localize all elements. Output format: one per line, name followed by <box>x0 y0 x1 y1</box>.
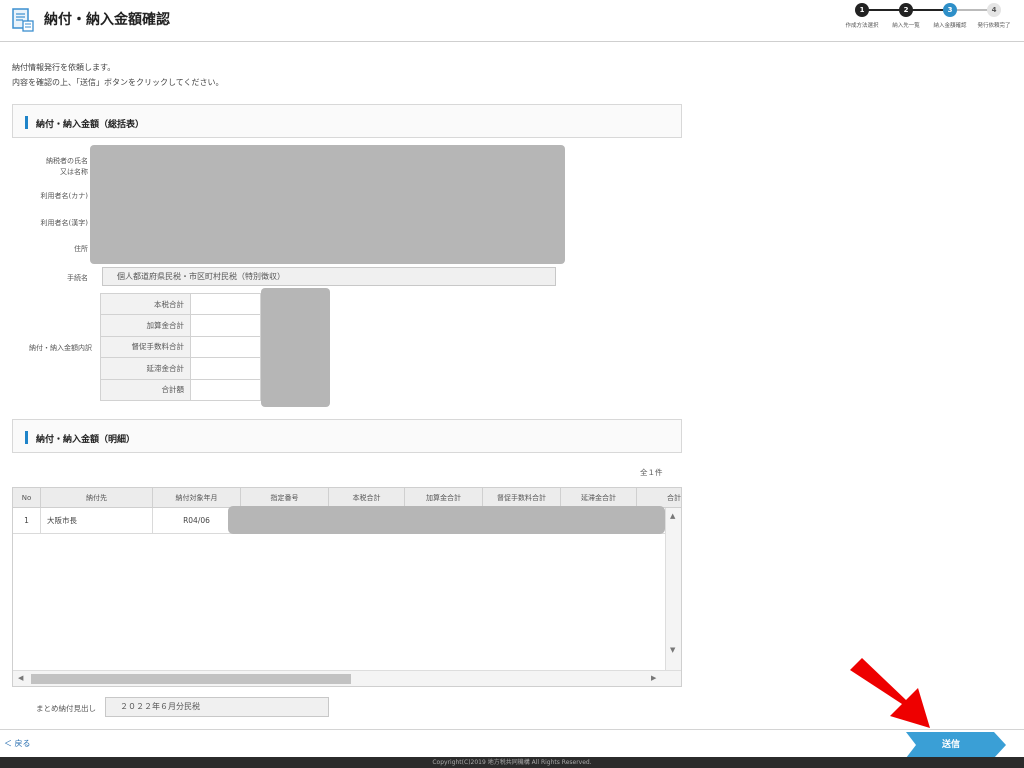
breakdown-key: 督促手数料合計 <box>100 335 191 359</box>
copyright: Copyright(C)2019 地方税共同機構 All Rights Rese… <box>0 757 1024 768</box>
column-header-delinquency[interactable]: 延滞金合計 <box>561 488 637 508</box>
breakdown-key: 延滞金合計 <box>100 357 191 380</box>
send-button-label: 送信 <box>941 740 960 750</box>
step-3-label: 納入金額確認 <box>933 23 967 29</box>
section-accent-bar <box>25 116 28 129</box>
record-count: 全１件 <box>640 468 663 477</box>
step-1-label: 作成方法選択 <box>845 23 879 29</box>
step-3-dot: 3 <box>943 3 957 17</box>
scroll-right-icon[interactable]: ▶ <box>651 674 656 682</box>
breakdown-key: 加算金合計 <box>100 314 191 337</box>
label-name-line1: 納税者の氏名 <box>46 157 88 165</box>
summary-section-title: 納付・納入金額（総括表） <box>36 120 145 130</box>
table-header: No 納付先 納付対象年月 指定番号 本税合計 加算金合計 督促手数料合計 延滞… <box>13 488 681 508</box>
footer-action-bar: ＜ 戻る 送信 <box>0 729 1024 758</box>
breakdown-value <box>190 314 261 337</box>
step-1-dot: 1 <box>855 3 869 17</box>
redacted-row-values <box>228 506 665 534</box>
breakdown-key: 合計額 <box>100 378 191 401</box>
step-2-dot: 2 <box>899 3 913 17</box>
label-kana: 利用者名(カナ) <box>40 192 88 200</box>
cell-dest: 大阪市長 <box>41 508 153 534</box>
label-batch: まとめ納付見出し <box>36 704 96 713</box>
summary-section-header: 納付・納入金額（総括表） <box>12 104 682 138</box>
column-header-total[interactable]: 合計 <box>637 488 681 508</box>
redacted-amounts <box>261 288 330 407</box>
label-kanji: 利用者名(漢字) <box>40 219 88 227</box>
procedure-field: 個人都道府県民税・市区町村民税（特別徴収） <box>102 267 556 286</box>
intro-line-1: 納付情報発行を依頼します。 <box>12 63 116 72</box>
column-header-period[interactable]: 納付対象年月 <box>153 488 241 508</box>
breakdown-key: 本税合計 <box>100 292 191 316</box>
vertical-scrollbar[interactable]: ▲ ▼ <box>665 508 681 670</box>
intro-text: 納付情報発行を依頼します。 内容を確認の上、「送信」ボタンをクリックしてください… <box>12 60 224 90</box>
detail-section-header: 納付・納入金額（明細） <box>12 419 682 453</box>
column-header-fee[interactable]: 督促手数料合計 <box>483 488 561 508</box>
step-4-label: 発行依頼完了 <box>977 23 1011 29</box>
label-procedure: 手続名 <box>67 274 88 282</box>
page-title: 納付・納入金額確認 <box>44 12 170 28</box>
breakdown-value <box>190 335 261 359</box>
progress-steps: 1 2 3 4 作成方法選択 納入先一覧 納入金額確認 発行依頼完了 <box>834 2 1014 38</box>
batch-field: ２０２２年６月分民税 <box>105 697 329 717</box>
detail-section-title: 納付・納入金額（明細） <box>36 435 136 445</box>
breakdown-value <box>190 292 261 316</box>
section-accent-bar <box>25 431 28 444</box>
scroll-down-icon[interactable]: ▼ <box>670 646 675 654</box>
label-address: 住所 <box>74 245 88 253</box>
intro-line-2: 内容を確認の上、「送信」ボタンをクリックしてください。 <box>12 78 224 87</box>
label-breakdown: 納付・納入金額内訳 <box>29 344 92 352</box>
annotation-arrow-icon <box>850 658 930 728</box>
column-header-tax[interactable]: 本税合計 <box>329 488 405 508</box>
horizontal-scrollbar[interactable]: ◀ ▶ <box>13 670 681 686</box>
step-2-label: 納入先一覧 <box>892 23 920 29</box>
column-header-dest[interactable]: 納付先 <box>41 488 153 508</box>
label-name-line2: 又は名称 <box>60 168 88 176</box>
cell-no: 1 <box>13 508 41 534</box>
document-icon <box>12 8 34 32</box>
column-header-number[interactable]: 指定番号 <box>241 488 329 508</box>
scroll-up-icon[interactable]: ▲ <box>670 512 675 520</box>
send-button[interactable]: 送信 <box>906 732 1006 758</box>
horizontal-scroll-thumb[interactable] <box>31 674 351 684</box>
detail-table[interactable]: No 納付先 納付対象年月 指定番号 本税合計 加算金合計 督促手数料合計 延滞… <box>12 487 682 687</box>
column-header-no[interactable]: No <box>13 488 41 508</box>
breakdown-value <box>190 357 261 380</box>
column-header-additional[interactable]: 加算金合計 <box>405 488 483 508</box>
breakdown-value <box>190 378 261 401</box>
redacted-personal-info <box>90 145 565 264</box>
back-link[interactable]: ＜ 戻る <box>4 738 31 749</box>
breakdown-table: 本税合計 加算金合計 督促手数料合計 延滞金合計 合計額 <box>100 292 261 401</box>
scroll-left-icon[interactable]: ◀ <box>18 674 23 682</box>
page-header: 納付・納入金額確認 1 2 3 4 作成方法選択 納入先一覧 納入金額確認 発行… <box>0 0 1024 42</box>
step-4-dot: 4 <box>987 3 1001 17</box>
